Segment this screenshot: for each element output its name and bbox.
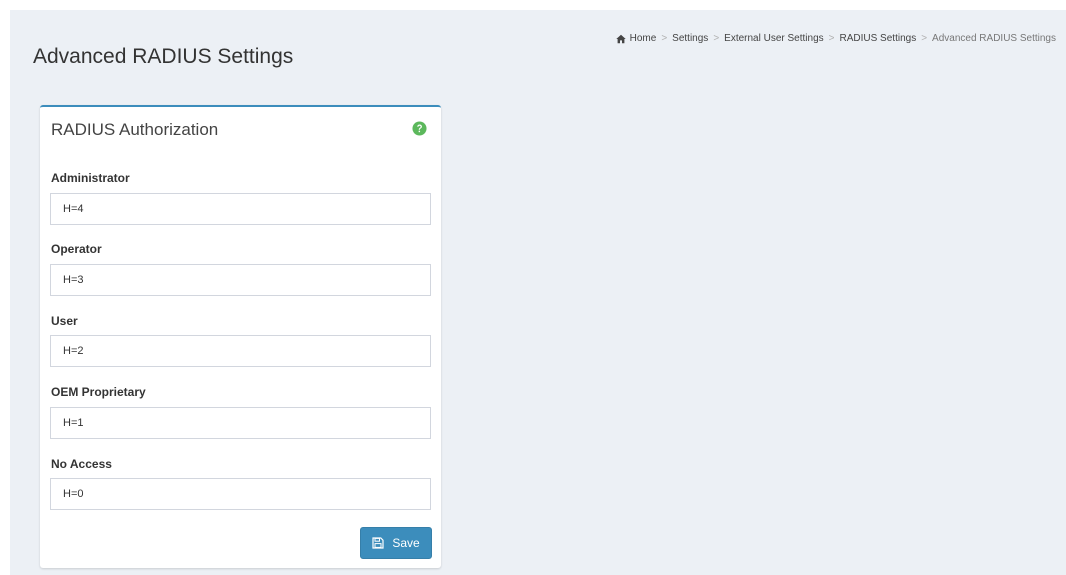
operator-input[interactable]	[50, 264, 431, 296]
breadcrumb-separator: >	[921, 33, 928, 44]
home-icon[interactable]	[615, 34, 626, 44]
oem-proprietary-input[interactable]	[50, 407, 431, 439]
breadcrumb: Home > Settings > External User Settings…	[615, 32, 1056, 46]
save-button[interactable]: Save	[360, 527, 432, 559]
radius-authorization-panel: RADIUS Authorization Administrator Opera…	[40, 105, 441, 568]
breadcrumb-radius-settings[interactable]: RADIUS Settings	[840, 32, 917, 46]
floppy-disk-icon	[372, 537, 384, 549]
breadcrumb-separator: >	[661, 33, 668, 44]
question-circle-icon[interactable]	[412, 121, 427, 136]
no-access-label: No Access	[51, 457, 112, 471]
breadcrumb-external-user-settings[interactable]: External User Settings	[724, 32, 824, 46]
administrator-label: Administrator	[51, 171, 130, 185]
no-access-input[interactable]	[50, 478, 431, 510]
content-wrapper: Advanced RADIUS Settings Home > Settings…	[10, 10, 1066, 575]
breadcrumb-settings[interactable]: Settings	[672, 32, 708, 46]
breadcrumb-separator: >	[828, 33, 835, 44]
user-input[interactable]	[50, 335, 431, 367]
save-button-label: Save	[392, 536, 420, 550]
breadcrumb-home[interactable]: Home	[630, 32, 657, 46]
administrator-input[interactable]	[50, 193, 431, 225]
oem-proprietary-label: OEM Proprietary	[51, 385, 146, 399]
user-label: User	[51, 314, 78, 328]
page-title: Advanced RADIUS Settings	[33, 45, 294, 68]
breadcrumb-separator: >	[713, 33, 720, 44]
panel-title: RADIUS Authorization	[51, 120, 219, 139]
operator-label: Operator	[51, 242, 102, 256]
breadcrumb-current: Advanced RADIUS Settings	[932, 33, 1056, 44]
